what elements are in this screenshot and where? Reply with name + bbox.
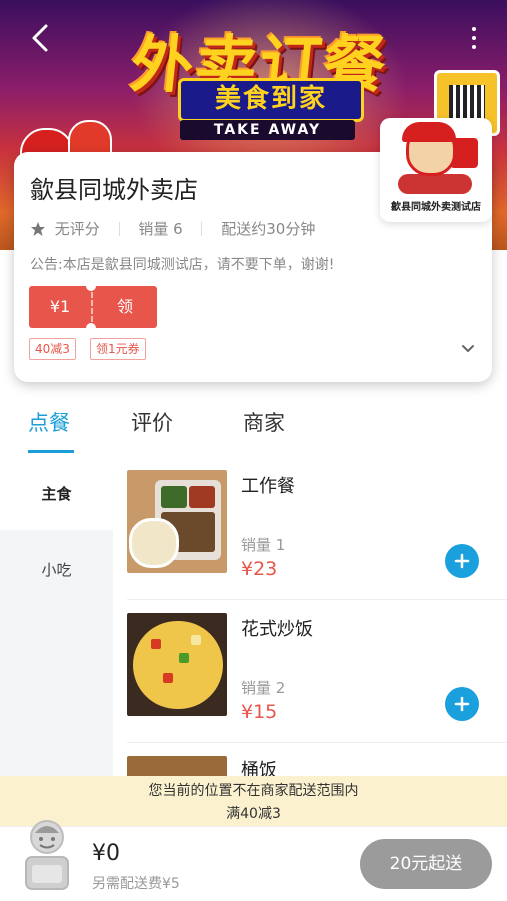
- star-icon: [31, 221, 45, 236]
- back-button[interactable]: [22, 20, 58, 56]
- shop-rating: 无评分: [54, 220, 100, 238]
- food-item[interactable]: 桶饭: [113, 744, 507, 778]
- food-image: [127, 613, 227, 716]
- category-item-staple[interactable]: 主食: [0, 458, 113, 530]
- shop-logo: 歙县同城外卖测试店: [380, 118, 492, 222]
- delivery-range-notice: 您当前的位置不在商家配送范围内 满40减3: [0, 776, 507, 826]
- delivery-fee: 另需配送费¥5: [92, 876, 180, 892]
- logo-mascot-cap: [402, 122, 456, 142]
- checkout-button[interactable]: 20元起送: [360, 839, 492, 889]
- food-sales: 销量 2: [241, 679, 286, 697]
- food-image: [127, 756, 227, 778]
- more-dot-icon: [472, 36, 476, 40]
- list-divider: [127, 742, 507, 743]
- more-menu-button[interactable]: [462, 22, 486, 58]
- cart-bar: ¥0 另需配送费¥5 20元起送: [0, 820, 507, 901]
- add-to-cart-button[interactable]: [445, 687, 479, 721]
- tab-order[interactable]: 点餐: [28, 407, 70, 437]
- shop-stats: 无评分 销量 6 配送约30分钟: [30, 218, 315, 239]
- food-list: 工作餐 销量 1 ¥23 花式炒饭 销量 2 ¥15 桶饭: [113, 458, 507, 778]
- food-sales: 销量 1: [241, 536, 286, 554]
- shop-name: 歙县同城外卖店: [30, 176, 198, 204]
- coupon-claim-label: 领: [116, 297, 133, 316]
- shop-sales: 销量 6: [138, 220, 183, 238]
- shop-notice: 公告:本店是歙县同城测试店，请不要下单，谢谢!: [30, 257, 335, 273]
- cart-mascot-icon[interactable]: [18, 813, 76, 895]
- active-tab-indicator: [28, 450, 74, 453]
- food-price: ¥15: [241, 701, 278, 723]
- shop-logo-text: 歙县同城外卖测试店: [391, 202, 481, 213]
- food-name: 工作餐: [241, 476, 295, 497]
- cart-total: ¥0: [92, 841, 120, 866]
- banner-ribbon: 美食到家: [178, 78, 364, 122]
- chevron-left-icon: [32, 24, 48, 52]
- food-name: 花式炒饭: [241, 619, 313, 640]
- chevron-down-icon[interactable]: [458, 338, 478, 358]
- tab-merchant[interactable]: 商家: [243, 407, 285, 437]
- banner-takeaway: TAKE AWAY: [180, 120, 355, 140]
- coupon-amount: ¥1: [49, 297, 71, 316]
- shop-tabs: 点餐 评价 商家: [0, 395, 507, 457]
- category-item-snacks[interactable]: 小吃: [0, 534, 113, 606]
- more-dot-icon: [472, 27, 476, 31]
- promo-tag: 40减3: [29, 338, 76, 360]
- food-item[interactable]: 工作餐 销量 1 ¥23: [113, 458, 507, 600]
- stats-divider: [201, 221, 203, 236]
- qr-code-icon: [449, 85, 485, 121]
- delivery-time: 配送约30分钟: [221, 220, 316, 238]
- more-dot-icon: [472, 45, 476, 49]
- list-divider: [127, 599, 507, 600]
- logo-scooter: [398, 174, 472, 194]
- coupon-claim-button[interactable]: ¥1 领: [29, 281, 157, 333]
- out-of-range-text: 您当前的位置不在商家配送范围内: [148, 783, 359, 799]
- stats-divider: [118, 221, 120, 236]
- add-to-cart-button[interactable]: [445, 544, 479, 578]
- plus-icon: [454, 696, 470, 712]
- food-price: ¥23: [241, 558, 278, 580]
- shop-info-card: 歙县同城外卖店 歙县同城外卖测试店 无评分 销量 6 配送约30分钟 公告:本店…: [14, 118, 492, 382]
- food-name: 桶饭: [241, 760, 277, 778]
- plus-icon: [454, 553, 470, 569]
- food-image: [127, 470, 227, 573]
- discount-text: 满40减3: [226, 806, 281, 822]
- tab-reviews[interactable]: 评价: [131, 407, 173, 437]
- category-sidebar: 主食 小吃: [0, 458, 113, 778]
- promo-tag: 领1元券: [90, 338, 146, 360]
- food-item[interactable]: 花式炒饭 销量 2 ¥15: [113, 601, 507, 743]
